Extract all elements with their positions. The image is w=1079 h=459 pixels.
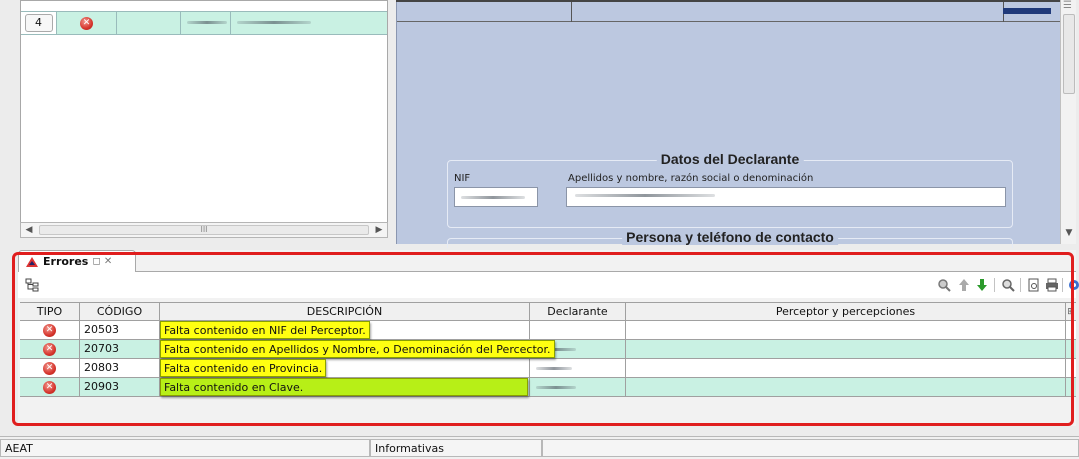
preview-icon[interactable]: [1026, 277, 1042, 293]
description-cell: Falta contenido en Apellidos y Nombre, o…: [160, 340, 555, 359]
declarant-cell: [530, 359, 626, 378]
description-text: Falta contenido en Clave.: [160, 378, 528, 396]
row-cell: [231, 12, 387, 34]
errors-table: TIPO CÓDIGO DESCRIPCIÓN Declarante Perce…: [20, 302, 1076, 397]
name-label: Apellidos y nombre, razón social o denom…: [568, 173, 814, 184]
nif-field[interactable]: [454, 187, 538, 207]
error-circle-icon: ✕: [43, 380, 56, 394]
errors-toolbar: [18, 272, 1079, 298]
column-header-descripcion[interactable]: DESCRIPCIÓN: [160, 302, 530, 321]
error-circle-icon: ✕: [43, 323, 56, 337]
form-header-strip: [397, 0, 1061, 22]
warning-icon: [26, 256, 38, 267]
column-chooser-icon[interactable]: ⊞: [1066, 302, 1076, 321]
name-field[interactable]: [566, 187, 1006, 207]
app-window: 4 ✕ ◀ III ▶ Datos del Declarante NIF Ape…: [0, 0, 1079, 459]
column-header-declarante[interactable]: Declarante: [530, 302, 626, 321]
declarant-cell: [530, 321, 626, 340]
table-row[interactable]: ✕ 20503 Falta contenido en NIF del Perce…: [20, 321, 1076, 340]
menu-icon[interactable]: ☰: [1063, 0, 1072, 11]
tab-controls[interactable]: ◻ ✕: [92, 256, 112, 267]
perceptor-cell: [626, 359, 1066, 378]
arrow-up-icon[interactable]: [956, 277, 972, 293]
tab-label: Errores: [43, 255, 89, 268]
scrollbar-thumb[interactable]: [1063, 14, 1075, 94]
record-row[interactable]: 4 ✕: [21, 11, 387, 35]
row-status-cell: ✕: [57, 12, 117, 34]
description-text: Falta contenido en Apellidos y Nombre, o…: [160, 340, 555, 358]
type-cell: ✕: [20, 340, 80, 359]
description-cell: Falta contenido en NIF del Perceptor.: [160, 321, 530, 340]
tab-errors[interactable]: Errores ◻ ✕: [18, 250, 136, 272]
row-number: 4: [24, 14, 53, 32]
search-icon[interactable]: [936, 277, 952, 293]
table-row[interactable]: ✕ 20903 Falta contenido en Clave.: [20, 378, 1076, 397]
tree-icon[interactable]: [24, 277, 40, 293]
nif-label: NIF: [454, 173, 471, 184]
row-number-cell: 4: [21, 12, 57, 34]
divider: [396, 0, 1060, 2]
declarant-cell: [530, 378, 626, 397]
table-row[interactable]: ✕ 20703 Falta contenido en Apellidos y N…: [20, 340, 1076, 359]
description-text: Falta contenido en Provincia.: [160, 359, 327, 377]
form-panel: Datos del Declarante NIF Apellidos y nom…: [396, 0, 1061, 248]
row-edge: [1066, 321, 1076, 340]
records-list: 4 ✕: [20, 0, 388, 232]
code-cell: 20903: [80, 378, 160, 397]
row-edge: [1066, 359, 1076, 378]
declarant-section: Datos del Declarante NIF Apellidos y nom…: [447, 151, 1013, 228]
scroll-down-icon[interactable]: ▼: [1061, 228, 1077, 238]
row-edge: [1066, 340, 1076, 359]
column-header-codigo[interactable]: CÓDIGO: [80, 302, 160, 321]
perceptor-cell: [626, 340, 1066, 359]
header-dark-bar: [1003, 8, 1051, 14]
type-cell: ✕: [20, 321, 80, 340]
column-header-tipo[interactable]: TIPO: [20, 302, 80, 321]
section-title: Persona y teléfono de contacto: [622, 229, 838, 245]
code-cell: 20703: [80, 340, 160, 359]
description-text: Falta contenido en NIF del Perceptor.: [160, 321, 370, 339]
status-left: AEAT: [0, 439, 370, 457]
status-right: [542, 439, 1079, 457]
row-cell: [117, 12, 181, 34]
row-edge: [1066, 378, 1076, 397]
row-cell: [181, 12, 231, 34]
errors-view: Errores ◻ ✕ TIPO CÓDIGO DESCRIPCIÓN Decl…: [18, 250, 1079, 426]
description-cell: Falta contenido en Clave.: [160, 378, 530, 397]
status-bar: AEAT Informativas: [0, 436, 1079, 459]
table-header: TIPO CÓDIGO DESCRIPCIÓN Declarante Perce…: [20, 302, 1076, 321]
scroll-left-icon[interactable]: ◀: [22, 224, 36, 236]
zoom-icon[interactable]: [1000, 277, 1016, 293]
perceptor-cell: [626, 321, 1066, 340]
code-cell: 20503: [80, 321, 160, 340]
print-icon[interactable]: [1044, 277, 1060, 293]
description-cell: Falta contenido en Provincia.: [160, 359, 530, 378]
perceptor-cell: [626, 378, 1066, 397]
type-cell: ✕: [20, 359, 80, 378]
contact-section: Persona y teléfono de contacto: [447, 229, 1013, 248]
section-title: Datos del Declarante: [656, 151, 804, 167]
horizontal-scrollbar[interactable]: ◀ III ▶: [20, 222, 388, 238]
help-icon[interactable]: [1066, 277, 1079, 293]
error-circle-icon: ✕: [43, 342, 56, 356]
code-cell: 20803: [80, 359, 160, 378]
vertical-scrollbar[interactable]: ☰ ▼: [1060, 0, 1076, 244]
arrow-down-icon[interactable]: [974, 277, 990, 293]
error-circle-icon: ✕: [80, 16, 93, 30]
status-center: Informativas: [370, 439, 542, 457]
column-header-perceptor[interactable]: Perceptor y percepciones: [626, 302, 1066, 321]
error-circle-icon: ✕: [43, 361, 56, 375]
type-cell: ✕: [20, 378, 80, 397]
scroll-right-icon[interactable]: ▶: [372, 224, 386, 236]
scrollbar-thumb[interactable]: III: [39, 225, 369, 235]
table-row[interactable]: ✕ 20803 Falta contenido en Provincia.: [20, 359, 1076, 378]
